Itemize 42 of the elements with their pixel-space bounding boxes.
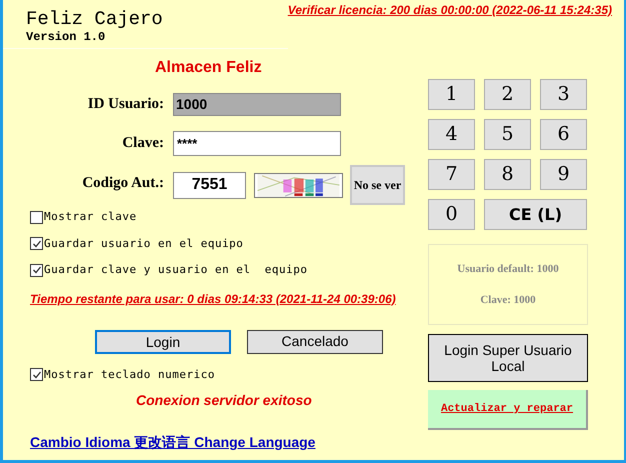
password-field[interactable]: ****: [173, 131, 341, 156]
keypad-key[interactable]: 6: [540, 119, 587, 150]
checkbox[interactable]: [30, 368, 43, 382]
checkbox-label: Mostrar teclado numerico: [44, 366, 215, 382]
keypad-key[interactable]: 8: [484, 159, 531, 190]
password-label: Clave:: [121, 134, 165, 154]
check-icon: [32, 370, 42, 380]
keypad-key[interactable]: 0: [428, 199, 475, 230]
keypad-key[interactable]: 1: [428, 79, 475, 110]
keypad-key[interactable]: 5: [484, 119, 531, 150]
keypad-key[interactable]: 7: [428, 159, 475, 190]
auth-code-field[interactable]: 7551: [173, 172, 246, 198]
cant-see-button[interactable]: No se ver: [350, 165, 405, 205]
auth-code-label: Codigo Aut.:: [81, 174, 165, 193]
check-icon: [32, 238, 42, 249]
user-id-label: ID Usuario:: [86, 95, 165, 114]
version-text: Version 1.0: [26, 30, 106, 44]
login-button[interactable]: Login: [95, 330, 231, 354]
license-text: Verificar licencia: 200 dias 00:00:00 (2022-06-11 15:24:35): [288, 2, 612, 19]
checkbox-label: Guardar clave y usuario en el equipo: [44, 262, 308, 278]
connection-status: Conexion servidor exitoso: [136, 391, 313, 410]
check-icon: [32, 265, 42, 276]
checkbox[interactable]: [30, 237, 43, 250]
keypad-key[interactable]: CE (L): [484, 199, 587, 230]
checkbox-label: Guardar usuario en el equipo: [44, 236, 244, 252]
checkbox[interactable]: [30, 210, 43, 224]
default-credentials-text: Usuario default: 1000: [457, 262, 559, 277]
user-id-field[interactable]: 1000: [173, 93, 341, 116]
repair-button[interactable]: Actualizar y reparar: [428, 390, 588, 430]
keypad-key[interactable]: 4: [428, 119, 475, 150]
remaining-time-text: Tiempo restante para usar: 0 dias 09:14:33 (2021-11-24 00:39:06): [30, 290, 397, 308]
store-name: Almacen Feliz: [155, 58, 263, 78]
change-language-link[interactable]: Cambio Idioma 更改语言 Change Language: [30, 432, 421, 453]
keypad-key[interactable]: 9: [540, 159, 587, 190]
super-user-login-button[interactable]: Login Super Usuario Local: [428, 334, 588, 382]
keypad-key[interactable]: 3: [540, 79, 587, 110]
app-title: Feliz Cajero: [26, 8, 163, 30]
keypad-key[interactable]: 2: [484, 79, 531, 110]
checkbox[interactable]: [30, 264, 43, 277]
cancel-button[interactable]: Cancelado: [247, 330, 383, 354]
default-credentials-text: Clave: 1000: [480, 292, 536, 308]
checkbox-label: Mostrar clave: [44, 209, 137, 225]
